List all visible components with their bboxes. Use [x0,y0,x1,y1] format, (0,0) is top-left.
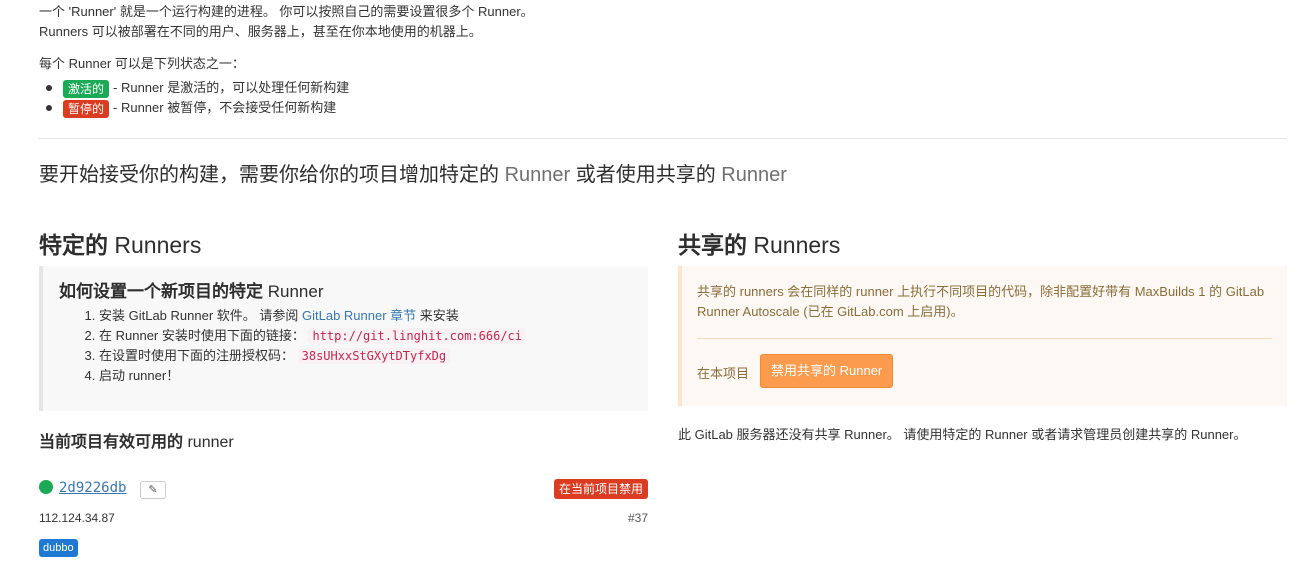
step-1-text: 安装 GitLab Runner 软件。 请参阅 [99,308,302,323]
state-active: 激活的 - Runner 是激活的，可以处理任何新构建 [46,78,534,98]
runners-intro: 一个 'Runner' 就是一个运行构建的进程。 你可以按照自己的需要设置很多个… [39,2,534,118]
runner-id: #37 [627,511,648,525]
shared-runners-note: 此 GitLab 服务器还没有共享 Runner。 请使用特定的 Runner … [678,427,1247,442]
howto-step-1: 安装 GitLab Runner 软件。 请参阅 GitLab Runner 章… [99,306,648,326]
states-list: 激活的 - Runner 是激活的，可以处理任何新构建 暂停的 - Runner 被… [39,78,534,118]
howto-title-bold: 如何设置一个新项目的特定 [59,282,263,301]
howto-title-light: Runner [263,282,324,301]
divider [39,138,1287,139]
howto-steps: 安装 GitLab Runner 软件。 请参阅 GitLab Runner 章… [59,306,648,386]
available-title-light: runner [183,434,234,451]
registration-token-code[interactable]: 38sUHxxStGXytDTyfxDg [297,348,451,364]
lead-runner-1: Runner [504,164,571,186]
disable-shared-runners-button[interactable]: 禁用共享的 Runner [760,354,894,388]
state-paused: 暂停的 - Runner 被暂停，不会接受任何新构建 [46,98,534,118]
shared-separator [697,338,1272,339]
shared-description: 共享的 runners 会在同样的 runner 上执行不同项目的代码，除非配置… [697,284,1265,319]
step-2-text: 在 Runner 安装时使用下面的链接： [99,328,309,343]
disable-for-project-button[interactable]: 在当前项目禁用 [553,479,648,499]
step-1-after: 来安装 [416,308,459,323]
howto-step-3: 在设置时使用下面的注册授权码： 38sUHxxStGXytDTyfxDg [99,346,648,366]
shared-scope-label: 在本项目 [697,366,750,381]
gitlab-runner-link[interactable]: GitLab Runner 章节 [302,308,416,323]
lead-part-1: 要开始接受你的构建，需要你给你的项目增加特定的 [39,164,505,186]
howto-box: 如何设置一个新项目的特定 Runner 安装 GitLab Runner 软件。… [39,266,648,411]
ci-url-code[interactable]: http://git.linghit.com:666/ci [308,328,526,344]
runner-status-dot [39,480,53,494]
intro-line-2: Runners 可以被部署在不同的用户、服务器上，甚至在你本地使用的机器上。 [39,24,482,39]
runner-token-link[interactable]: 2d9226db [59,480,126,496]
paused-badge: 暂停的 [63,99,110,118]
lead-runner-2: Runner [721,164,787,186]
state-active-text: - Runner 是激活的，可以处理任何新构建 [113,80,350,95]
specific-title-bold: 特定的 [39,232,108,258]
states-title: 每个 Runner 可以是下列状态之一： [39,56,245,71]
lead-part-2: 或者使用共享的 [570,164,722,186]
howto-step-2: 在 Runner 安装时使用下面的链接： http://git.linghit.… [99,326,648,346]
howto-title: 如何设置一个新项目的特定 Runner [59,280,648,304]
shared-title-light: Runners [747,232,841,258]
state-paused-text: - Runner 被暂停，不会接受任何新构建 [113,100,337,115]
available-title-bold: 当前项目有效可用的 [39,434,184,451]
available-runners-title: 当前项目有效可用的 runner [39,428,234,452]
runner-tag: dubbo [39,539,78,557]
intro-line-1: 一个 'Runner' 就是一个运行构建的进程。 你可以按照自己的需要设置很多个… [39,4,534,19]
shared-runners-title: 共享的 Runners [678,226,840,260]
shared-title-bold: 共享的 [678,232,747,258]
edit-icon[interactable]: ✎ [140,481,166,499]
shared-runners-box: 共享的 runners 会在同样的 runner 上执行不同项目的代码，除非配置… [678,266,1287,406]
howto-step-4: 启动 runner！ [99,366,648,386]
active-badge: 激活的 [63,79,110,98]
runner-ip: 112.124.34.87 [39,511,115,525]
lead-text: 要开始接受你的构建，需要你给你的项目增加特定的 Runner 或者使用共享的 R… [39,158,787,187]
step-3-text: 在设置时使用下面的注册授权码： [99,348,298,363]
specific-title-light: Runners [108,232,202,258]
specific-runners-title: 特定的 Runners [39,226,201,260]
runner-item: 2d9226db ✎ 在当前项目禁用 112.124.34.87 #37 dub… [39,478,648,568]
